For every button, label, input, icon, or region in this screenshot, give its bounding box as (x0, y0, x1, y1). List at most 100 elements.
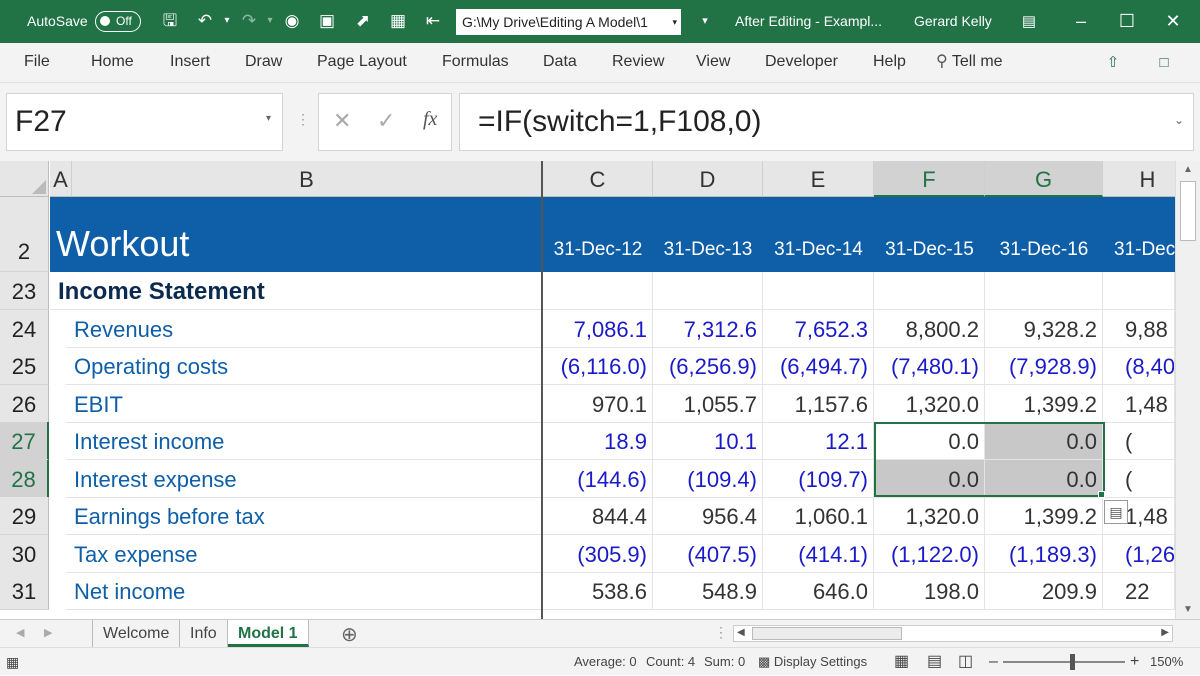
row-header[interactable]: 24 (0, 310, 49, 348)
scroll-left-icon[interactable]: ◀ (737, 627, 745, 638)
row-label[interactable]: Revenues (66, 310, 542, 348)
quick-analysis-icon[interactable]: ▤ (1104, 500, 1128, 524)
data-cell[interactable]: (305.9) (543, 535, 653, 573)
tab-draw[interactable]: Draw (245, 43, 282, 83)
column-header-a[interactable]: A (50, 161, 72, 197)
ribbon-display-icon[interactable]: ▤ (1006, 0, 1052, 43)
data-cell[interactable]: 0.0 (874, 422, 985, 460)
row-label[interactable]: EBIT (66, 385, 542, 423)
sheet-tab-welcome[interactable]: Welcome (92, 620, 181, 647)
date-header[interactable]: 31-Dec-16 (985, 239, 1103, 261)
data-cell[interactable]: 7,086.1 (543, 310, 653, 348)
date-header[interactable]: 31-Dec-13 (653, 239, 763, 261)
data-cell[interactable]: (7,480.1) (874, 347, 985, 385)
data-cell[interactable]: 209.9 (985, 572, 1103, 610)
enter-icon[interactable]: ✓ (377, 108, 395, 134)
user-name[interactable]: Gerard Kelly (914, 0, 992, 43)
data-cell[interactable]: 0.0 (874, 460, 985, 498)
data-cell[interactable]: (7,928.9) (985, 347, 1103, 385)
data-cell[interactable]: 1,157.6 (763, 385, 874, 423)
data-cell[interactable]: (1,122.0) (874, 535, 985, 573)
page-break-view-icon[interactable]: ◫ (958, 648, 973, 676)
zoom-in-icon[interactable]: + (1130, 648, 1139, 676)
data-cell[interactable]: ( (1103, 422, 1175, 460)
horizontal-scrollbar[interactable]: ◀ ▶ (733, 625, 1173, 642)
normal-view-icon[interactable]: ▦ (894, 648, 909, 676)
scroll-thumb[interactable] (752, 627, 902, 640)
tab-data[interactable]: Data (543, 43, 577, 83)
column-header-d[interactable]: D (653, 161, 763, 197)
data-cell[interactable]: 10.1 (653, 422, 763, 460)
data-cell[interactable]: 538.6 (543, 572, 653, 610)
fill-handle[interactable] (1098, 491, 1105, 498)
add-sheet-icon[interactable]: ⊕ (341, 622, 358, 647)
name-box[interactable]: F27 (6, 93, 283, 151)
tab-split-handle-icon[interactable]: ⋮ (714, 624, 728, 641)
zoom-out-icon[interactable]: – (989, 648, 998, 676)
undo-icon[interactable]: ↶ (194, 10, 216, 32)
vertical-scrollbar[interactable]: ▲ ▼ (1175, 161, 1200, 619)
sheet-tab-model-1[interactable]: Model 1 (228, 620, 309, 647)
row-label[interactable]: Tax expense (66, 535, 542, 573)
column-header-f[interactable]: F (874, 161, 985, 197)
data-cell[interactable]: 844.4 (543, 497, 653, 535)
data-cell[interactable]: 1,320.0 (874, 497, 985, 535)
share-icon[interactable]: ⇧ (1101, 52, 1125, 74)
calculator-icon[interactable]: ▦ (387, 10, 409, 32)
resize-handle-icon[interactable]: ⋮ (296, 111, 310, 128)
data-cell[interactable]: (6,256.9) (653, 347, 763, 385)
next-sheet-icon[interactable]: ▶ (44, 626, 52, 639)
display-settings-button[interactable]: ▩ Display Settings (758, 648, 867, 676)
autosave-toggle[interactable]: Off (95, 11, 141, 32)
tab-formulas[interactable]: Formulas (442, 43, 509, 83)
date-header[interactable]: 31-Dec-14 (763, 239, 874, 261)
data-cell[interactable]: ( (1103, 460, 1175, 498)
data-cell[interactable]: (8,40 (1103, 347, 1175, 385)
data-cell[interactable]: 8,800.2 (874, 310, 985, 348)
data-cell[interactable]: 7,652.3 (763, 310, 874, 348)
tab-help[interactable]: Help (873, 43, 906, 83)
data-cell[interactable]: (109.4) (653, 460, 763, 498)
tab-developer[interactable]: Developer (765, 43, 838, 83)
zoom-level[interactable]: 150% (1150, 648, 1183, 676)
row-label[interactable]: Net income (66, 572, 542, 610)
cancel-icon[interactable]: ✕ (333, 108, 351, 134)
select-all-corner[interactable] (0, 161, 49, 197)
tell-me-search[interactable]: ⚲ Tell me (936, 43, 1003, 83)
exit-icon[interactable]: ⇤ (422, 10, 444, 32)
save-icon[interactable]: 🖫 (159, 10, 181, 32)
row-header[interactable]: 29 (0, 497, 49, 535)
data-cell[interactable]: 9,328.2 (985, 310, 1103, 348)
row-label[interactable]: Operating costs (66, 347, 542, 385)
row-header[interactable]: 27 (0, 422, 49, 460)
scroll-right-icon[interactable]: ▶ (1161, 627, 1169, 638)
tab-home[interactable]: Home (91, 43, 134, 83)
section-heading[interactable]: Income Statement (50, 272, 542, 310)
undo-dropdown-icon[interactable]: ▾ (216, 10, 238, 32)
data-cell[interactable] (1103, 272, 1175, 310)
data-cell[interactable]: 198.0 (874, 572, 985, 610)
data-cell[interactable]: 970.1 (543, 385, 653, 423)
data-cell[interactable]: (144.6) (543, 460, 653, 498)
date-header[interactable]: 31-Dec (1114, 239, 1175, 261)
tab-page-layout[interactable]: Page Layout (317, 43, 407, 83)
prev-sheet-icon[interactable]: ◀ (16, 626, 24, 639)
row-header[interactable]: 26 (0, 385, 49, 423)
data-cell[interactable]: (1,189.3) (985, 535, 1103, 573)
data-cell[interactable] (653, 272, 763, 310)
data-cell[interactable]: 548.9 (653, 572, 763, 610)
column-header-c[interactable]: C (543, 161, 653, 197)
data-cell[interactable]: 1,48 (1103, 385, 1175, 423)
data-cell[interactable] (763, 272, 874, 310)
formula-input[interactable]: =IF(switch=1,F108,0) (459, 93, 1194, 151)
file-path-box[interactable]: G:\My Drive\Editing A Model\1 ▾ (456, 9, 681, 35)
zoom-slider-knob[interactable] (1070, 654, 1075, 670)
zoom-slider[interactable] (1003, 661, 1125, 663)
data-cell[interactable]: 9,88 (1103, 310, 1175, 348)
page-layout-view-icon[interactable]: ▤ (927, 648, 942, 676)
data-cell[interactable]: 12.1 (763, 422, 874, 460)
row-header[interactable]: 28 (0, 460, 49, 498)
row-header[interactable]: 23 (0, 272, 49, 310)
customize-qat-icon[interactable]: ▾ (694, 10, 716, 32)
tab-file[interactable]: File (24, 43, 50, 83)
